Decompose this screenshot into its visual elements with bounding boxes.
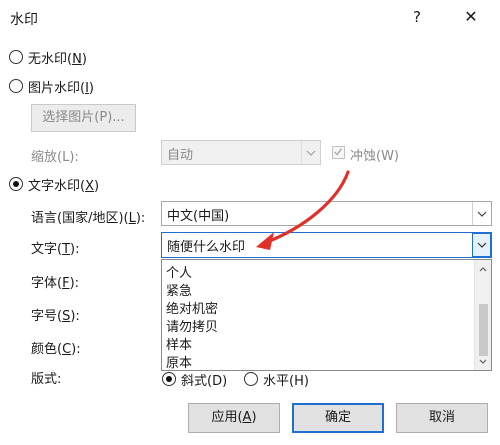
list-item[interactable]: 紧急 xyxy=(166,280,192,299)
list-item[interactable]: 个人 xyxy=(166,262,192,281)
layout-horizontal-label[interactable]: 水平(H) xyxy=(263,370,309,389)
chevron-down-icon xyxy=(301,141,320,164)
checkmark-icon xyxy=(334,148,343,156)
washout-label: 冲蚀(W) xyxy=(350,149,399,164)
washout-checkbox[interactable] xyxy=(332,146,345,159)
picture-watermark-label[interactable]: 图片水印(I) xyxy=(28,77,94,96)
no-watermark-label[interactable]: 无水印(N) xyxy=(28,48,87,67)
select-picture-button[interactable]: 选择图片(P)... xyxy=(31,104,136,132)
cancel-button[interactable]: 取消 xyxy=(396,403,488,433)
chevron-down-icon[interactable] xyxy=(475,353,491,369)
scrollbar-thumb[interactable] xyxy=(479,304,488,356)
close-icon: ✕ xyxy=(464,7,478,26)
list-item[interactable]: 样本 xyxy=(166,334,192,353)
text-watermark-radio[interactable] xyxy=(9,177,23,191)
scale-select[interactable]: 自动 xyxy=(161,140,321,165)
layout-horizontal-radio[interactable] xyxy=(244,372,258,386)
picture-watermark-radio[interactable] xyxy=(9,79,23,93)
list-item[interactable]: 原本 xyxy=(166,352,192,370)
layout-diagonal-label[interactable]: 斜式(D) xyxy=(181,370,227,389)
color-label: 颜色(C): xyxy=(31,342,81,357)
text-dropdown-list[interactable]: 个人 紧急 绝对机密 请勿拷贝 样本 原本 xyxy=(161,259,492,371)
language-label: 语言(国家/地区)(L): xyxy=(31,211,146,226)
chevron-down-icon[interactable] xyxy=(472,233,491,257)
size-label: 字号(S): xyxy=(31,309,80,324)
font-label: 字体(F): xyxy=(31,276,80,291)
list-item[interactable]: 绝对机密 xyxy=(166,298,218,317)
close-button[interactable]: ✕ xyxy=(458,4,484,30)
language-value: 中文(中国) xyxy=(167,209,230,224)
help-button[interactable]: ? xyxy=(404,4,430,30)
dialog-title: 水印 xyxy=(10,12,38,28)
scale-value: 自动 xyxy=(167,148,194,163)
text-combobox[interactable]: 随便什么水印 xyxy=(161,232,492,258)
text-watermark-label[interactable]: 文字水印(X) xyxy=(28,175,99,194)
scale-label: 缩放(L): xyxy=(31,150,79,165)
layout-diagonal-radio[interactable] xyxy=(162,372,176,386)
language-select[interactable]: 中文(中国) xyxy=(161,201,492,226)
layout-label: 版式: xyxy=(31,372,62,387)
no-watermark-radio[interactable] xyxy=(9,50,23,64)
apply-button[interactable]: 应用(A) xyxy=(188,403,280,433)
text-value: 随便什么水印 xyxy=(167,240,246,255)
chevron-down-icon xyxy=(472,202,491,225)
list-item[interactable]: 请勿拷贝 xyxy=(166,316,218,335)
text-label: 文字(T): xyxy=(31,242,80,257)
scrollbar[interactable] xyxy=(474,260,491,370)
chevron-up-icon[interactable] xyxy=(475,261,491,277)
ok-button[interactable]: 确定 xyxy=(292,403,384,433)
